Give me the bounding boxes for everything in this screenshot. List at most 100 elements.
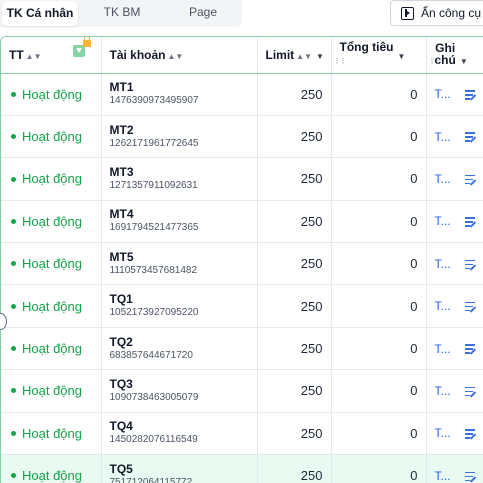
note-cell: T... xyxy=(426,73,483,116)
status-cell: Hoạt động xyxy=(1,284,102,328)
table-row[interactable]: Hoạt động TQ2 683857644671720 250 0 T... xyxy=(1,327,483,371)
edit-note-icon[interactable] xyxy=(464,174,477,186)
column-spend-label: Tổng tiêu xyxy=(339,39,394,54)
tab-bm-accounts[interactable]: TK BM xyxy=(80,0,164,25)
account-id: 1450282076116549 xyxy=(109,434,198,446)
limit-cell: 250 xyxy=(257,200,332,244)
note-text[interactable]: T... xyxy=(435,342,451,356)
sort-icon[interactable]: ▲▼ xyxy=(26,52,42,61)
limit-cell: 250 xyxy=(257,157,332,201)
account-id: 1262171961772645 xyxy=(109,137,199,149)
account-type-tabs: TK Cá nhân TK BM Page xyxy=(0,0,242,27)
account-id: 1691794521477365 xyxy=(109,222,199,234)
account-name: TQ3 xyxy=(109,376,133,391)
table-row[interactable]: Hoạt động MT2 1262171961772645 250 0 T... xyxy=(1,115,483,159)
status-text: Hoạt động xyxy=(22,468,82,483)
edit-note-icon[interactable] xyxy=(464,301,477,313)
account-cell: MT2 1262171961772645 xyxy=(101,115,258,159)
limit-cell: 250 xyxy=(257,454,332,483)
hide-tools-label: Ẩn công cụ xyxy=(421,6,482,20)
edit-note-icon[interactable] xyxy=(464,429,477,440)
table-row[interactable]: Hoạt động MT1 1476390973495907 250 0 T... xyxy=(1,73,483,116)
column-header-spend[interactable]: ⋮⋮ Tổng tiêu ▼ xyxy=(331,37,427,74)
edit-note-icon[interactable] xyxy=(464,217,477,228)
account-id: 683857644671720 xyxy=(109,349,193,361)
chevron-down-icon[interactable]: ▼ xyxy=(398,52,406,61)
spend-cell: 0 xyxy=(331,454,427,483)
drag-handle-icon[interactable]: ⋮⋮ xyxy=(334,58,347,65)
lock-icon xyxy=(83,37,91,47)
table-row[interactable]: Hoạt động MT4 1691794521477365 250 0 T... xyxy=(1,200,483,244)
spend-cell: 0 xyxy=(331,242,427,286)
note-cell: T... xyxy=(426,242,483,286)
status-dot xyxy=(11,303,16,309)
status-dot xyxy=(11,176,16,182)
limit-cell: 250 xyxy=(257,73,332,116)
sort-icon[interactable]: ▲▼ xyxy=(168,52,184,61)
sort-icon[interactable]: ▲▼ xyxy=(296,52,312,61)
spend-cell: 0 xyxy=(331,115,427,159)
chevron-down-icon[interactable]: ▼ xyxy=(316,52,324,61)
status-dot xyxy=(11,261,16,267)
column-header-limit[interactable]: Limit ▲▼ ▼ xyxy=(257,37,332,74)
note-text[interactable]: T... xyxy=(435,299,451,313)
status-cell: Hoạt động xyxy=(1,115,102,159)
note-cell: T... xyxy=(426,157,483,201)
account-name: MT5 xyxy=(109,249,134,264)
note-text[interactable]: T... xyxy=(435,172,451,186)
tab-pages[interactable]: Page xyxy=(164,0,242,25)
column-header-note[interactable]: ⋮⋮ Ghi chú ▼ xyxy=(426,37,483,74)
note-cell: T... xyxy=(426,369,483,413)
note-text[interactable]: T... xyxy=(435,469,451,483)
limit-cell: 250 xyxy=(257,369,332,413)
table-row[interactable]: Hoạt động MT5 1110573457681482 250 0 T... xyxy=(1,242,483,286)
table-row-highlighted[interactable]: Hoạt động TQ5 751712064115772 250 0 T... xyxy=(1,454,483,483)
note-text[interactable]: T... xyxy=(435,130,451,144)
table-row[interactable]: Hoạt động TQ3 1090738463005079 250 0 T... xyxy=(1,369,483,413)
note-text[interactable]: T... xyxy=(435,384,451,398)
note-text[interactable]: T... xyxy=(435,257,451,271)
spend-cell: 0 xyxy=(331,73,427,116)
edit-note-icon[interactable] xyxy=(464,132,477,144)
column-header-account[interactable]: Tài khoản ▲▼ xyxy=(101,37,258,74)
spend-cell: 0 xyxy=(331,369,427,413)
status-dot xyxy=(11,346,16,352)
account-cell: TQ2 683857644671720 xyxy=(101,327,258,371)
note-cell: T... xyxy=(426,454,483,483)
note-text[interactable]: T... xyxy=(435,87,451,101)
status-cell: Hoạt động xyxy=(1,412,102,456)
note-cell: T... xyxy=(426,115,483,159)
edit-note-icon[interactable] xyxy=(464,90,477,101)
account-name: MT4 xyxy=(109,207,134,222)
column-header-status[interactable]: TT ▲▼ xyxy=(1,37,102,74)
note-text[interactable]: T... xyxy=(435,214,451,228)
edit-note-icon[interactable] xyxy=(464,471,477,483)
chevron-down-icon[interactable]: ▼ xyxy=(460,57,468,66)
status-cell: Hoạt động xyxy=(1,200,102,244)
account-cell: MT5 1110573457681482 xyxy=(101,242,258,286)
account-name: MT3 xyxy=(109,164,134,179)
table-row[interactable]: Hoạt động TQ4 1450282076116549 250 0 T... xyxy=(1,412,483,456)
status-text: Hoạt động xyxy=(22,341,82,357)
status-dot xyxy=(11,430,16,436)
status-dot xyxy=(11,91,16,97)
hide-tools-button[interactable]: Ẩn công cụ xyxy=(390,0,483,26)
status-dot xyxy=(11,134,16,140)
drag-handle-icon[interactable]: ⋮⋮ xyxy=(429,58,442,65)
status-text: Hoạt động xyxy=(22,213,82,229)
account-cell: TQ5 751712064115772 xyxy=(101,454,258,483)
edit-note-icon[interactable] xyxy=(464,259,477,271)
account-id: 1052173927095220 xyxy=(109,307,199,319)
note-text[interactable]: T... xyxy=(435,426,451,440)
table-row[interactable]: Hoạt động MT3 1271357911092631 250 0 T... xyxy=(1,157,483,201)
status-text: Hoạt động xyxy=(22,86,82,102)
edit-note-icon[interactable] xyxy=(464,344,477,356)
status-cell: Hoạt động xyxy=(1,327,102,371)
edit-note-icon[interactable] xyxy=(464,386,477,398)
limit-cell: 250 xyxy=(257,242,332,286)
account-name: MT2 xyxy=(109,122,134,137)
limit-cell: 250 xyxy=(257,412,332,456)
table-row[interactable]: Hoạt động TQ1 1052173927095220 250 0 T... xyxy=(1,284,483,328)
tab-personal-accounts[interactable]: TK Cá nhân xyxy=(2,1,78,26)
status-cell: Hoạt động xyxy=(1,454,102,483)
